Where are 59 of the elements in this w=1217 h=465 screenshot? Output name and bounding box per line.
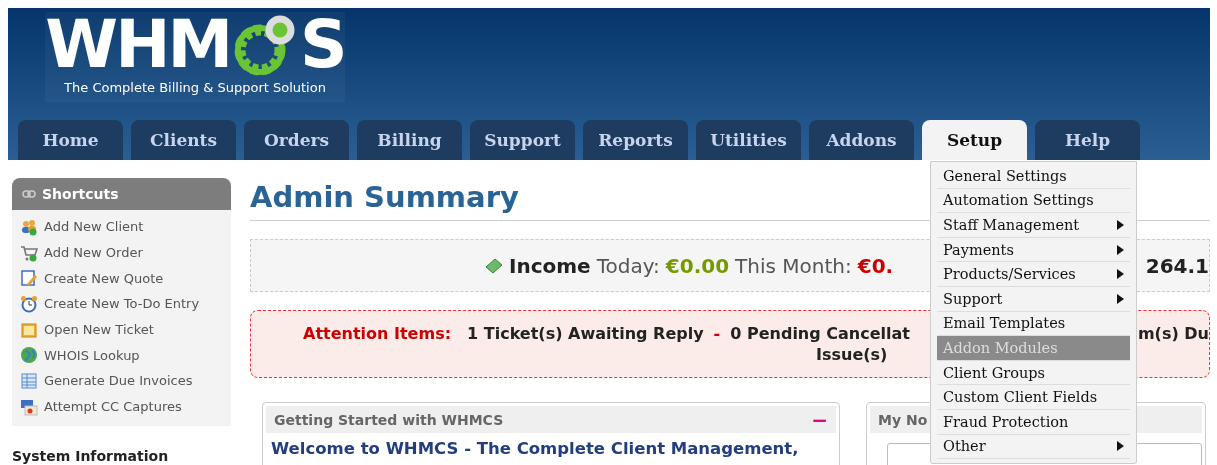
menu-item[interactable]: Staff Management: [937, 213, 1130, 238]
link-icon: [22, 190, 36, 198]
shortcut-link[interactable]: Generate Due Invoices: [44, 373, 193, 389]
panel-title: My No: [878, 411, 928, 428]
shortcut-link[interactable]: Add New Client: [44, 219, 144, 235]
shortcuts-title: Shortcuts: [42, 186, 119, 202]
income-month-value: €0.: [857, 253, 894, 278]
separator: -: [713, 323, 721, 344]
attention-label: Attention Items:: [303, 323, 452, 344]
logo-tagline: The Complete Billing & Support Solution: [64, 80, 326, 95]
nav-tab[interactable]: Reports: [583, 120, 688, 160]
shortcut-link[interactable]: Open New Ticket: [44, 322, 154, 338]
attention-item: Issue(s): [816, 344, 888, 365]
menu-item[interactable]: Client Groups: [937, 360, 1130, 386]
income-value: 264.1: [1145, 253, 1209, 278]
shortcut-link[interactable]: Attempt CC Captures: [44, 399, 182, 415]
nav-tab[interactable]: Utilities: [696, 120, 801, 160]
nav-tab[interactable]: Clients: [131, 120, 236, 160]
welcome-heading: Welcome to WHMCS - The Complete Client Management,: [270, 438, 800, 460]
globe-icon: [20, 346, 38, 365]
income-month-label: This Month:: [735, 253, 852, 278]
menu-item[interactable]: Products/Services: [937, 262, 1130, 287]
shortcut-link[interactable]: Create New To-Do Entry: [44, 296, 200, 312]
nav-tab[interactable]: Help: [1035, 120, 1140, 160]
income-today-label: Today:: [596, 253, 660, 278]
attention-item: 0 Pending Cancellat: [730, 323, 910, 344]
menu-item[interactable]: Custom Client Fields: [937, 385, 1130, 410]
panel-title: Getting Started with WHMCS: [274, 411, 504, 428]
shortcut-link[interactable]: WHOIS Lookup: [44, 347, 140, 363]
shortcut-link[interactable]: Create New Quote: [44, 270, 164, 286]
menu-item[interactable]: Support: [937, 286, 1130, 312]
collapse-button[interactable]: −: [811, 407, 828, 432]
nav-tab[interactable]: Home: [18, 120, 123, 160]
shortcut-link[interactable]: Add New Order: [44, 245, 143, 261]
income-label: Income: [509, 253, 591, 278]
income-today-value: €0.00: [665, 253, 730, 278]
nav-tab[interactable]: Addons: [809, 120, 914, 160]
nav-tab[interactable]: Orders: [244, 120, 349, 160]
logo-wordmark: WHM: [45, 12, 231, 78]
menu-item[interactable]: General Settings: [937, 164, 1130, 189]
people-icon: [20, 217, 38, 236]
attention-item: 1 Ticket(s) Awaiting Reply: [467, 323, 704, 344]
menu-item[interactable]: Fraud Protection: [937, 409, 1130, 435]
cart-icon: [20, 243, 38, 262]
menu-item[interactable]: Automation Settings: [937, 188, 1130, 214]
logo-wordmark: S: [300, 12, 345, 78]
menu-item[interactable]: Payments: [937, 237, 1130, 263]
document-pencil-icon: [20, 269, 38, 288]
attention-item: m(s) Du: [1137, 323, 1209, 344]
section-heading: System Information: [12, 447, 170, 464]
table-icon: [20, 371, 38, 390]
nav-tab[interactable]: Support: [470, 120, 575, 160]
nav-tab[interactable]: Billing: [357, 120, 462, 160]
credit-card-icon: [20, 397, 38, 416]
page-title: Admin Summary: [250, 179, 519, 216]
alarm-clock-icon: [20, 294, 38, 313]
menu-item[interactable]: Other: [937, 434, 1130, 460]
nav-tab[interactable]: Setup: [922, 120, 1027, 160]
note-icon: [20, 320, 38, 339]
